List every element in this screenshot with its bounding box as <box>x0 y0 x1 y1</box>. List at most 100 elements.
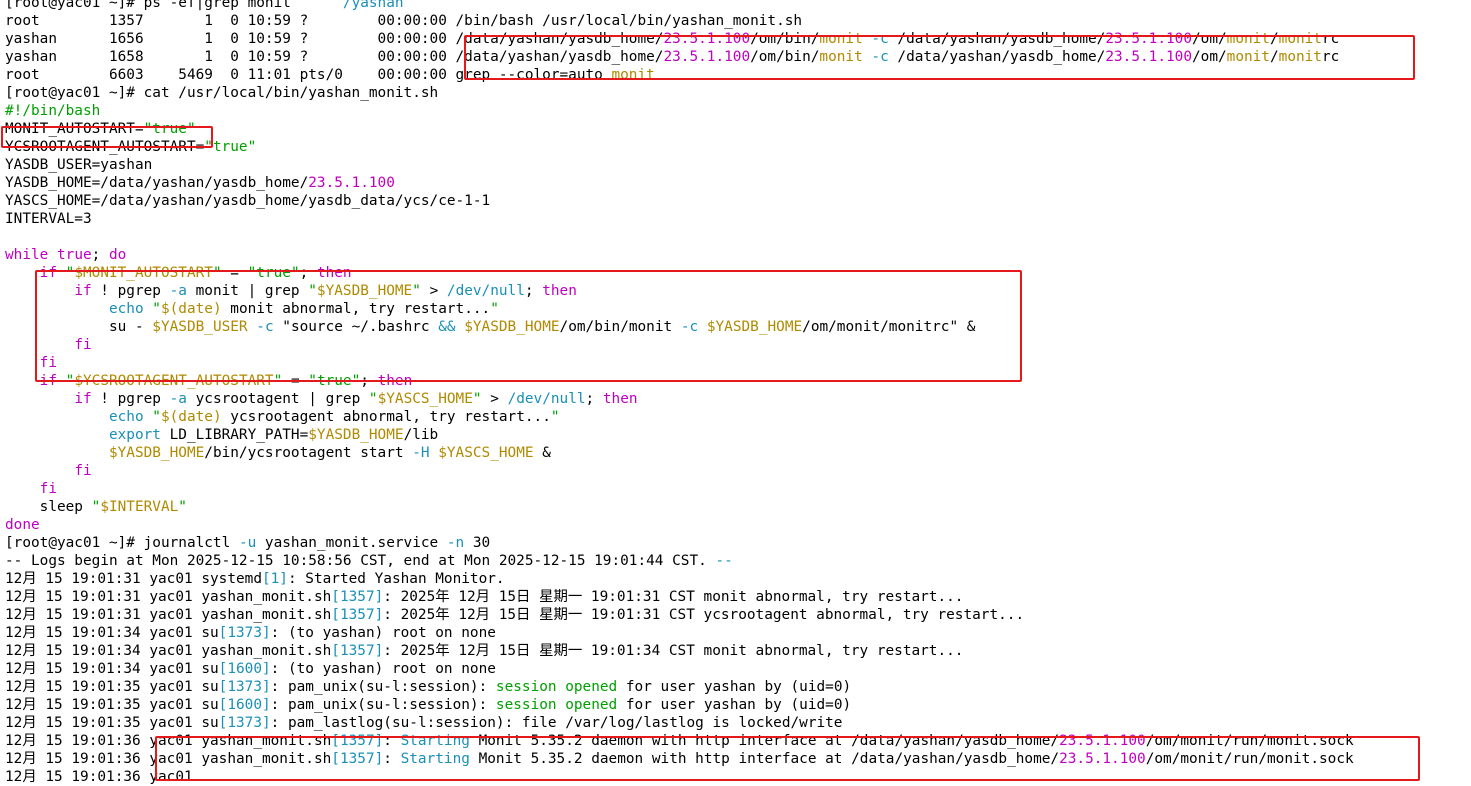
terminal-text: [root@yac01 ~]# ps -ef|grep monit <box>5 0 343 11</box>
terminal-text: "true" <box>308 373 361 389</box>
terminal-text: Monit 5.35.2 daemon with http interface … <box>469 733 1060 749</box>
terminal-line: if ! pgrep -a monit | grep "$YASDB_HOME"… <box>5 282 1471 300</box>
terminal-line: YCSROOTAGENT_AUTOSTART="true" <box>5 138 1471 156</box>
terminal-text: : (to yashan) root on none <box>270 625 496 641</box>
terminal-text: monit | grep <box>186 283 309 299</box>
terminal-text: /yashan <box>342 0 404 11</box>
terminal-text: $YASDB_HOME <box>706 319 803 335</box>
terminal-text: -- <box>715 553 733 569</box>
terminal-text: 23.5.1.100 <box>1105 31 1192 47</box>
terminal-line: 12月 15 19:01:31 yac01 yashan_monit.sh[13… <box>5 606 1471 624</box>
terminal-text: " <box>472 391 482 407</box>
terminal-text: yashan 1656 1 0 10:59 ? 00:00:00 /data/y… <box>5 31 664 47</box>
terminal-text: then <box>316 265 352 281</box>
terminal-text: export <box>108 427 161 443</box>
terminal-text: su - <box>5 319 153 335</box>
terminal-text: 12月 15 19:01:35 yac01 su <box>5 697 219 713</box>
terminal-text: MONIT_AUTOSTART= <box>5 121 144 137</box>
terminal-text: /om/monit/monitrc" & <box>802 319 976 335</box>
terminal-text: " <box>178 499 187 515</box>
terminal-text: monit <box>819 49 863 65</box>
terminal-text: -a <box>169 391 187 407</box>
terminal-line: root 1357 1 0 10:59 ? 00:00:00 /bin/bash… <box>5 12 1471 30</box>
terminal-line: [root@yac01 ~]# ps -ef|grep monit /yasha… <box>5 0 1471 12</box>
terminal-text: ; <box>585 391 603 407</box>
terminal-text: " <box>273 373 283 389</box>
terminal-text: Starting <box>400 751 470 767</box>
terminal-text: 23.5.1.100 <box>663 49 751 65</box>
terminal-text: -H <box>412 445 430 461</box>
terminal-text: 12月 15 19:01:35 yac01 su <box>5 679 219 695</box>
terminal-text: 12月 15 19:01:31 yac01 yashan_monit.sh <box>5 589 332 605</box>
terminal-line: yashan 1656 1 0 10:59 ? 00:00:00 /data/y… <box>5 30 1471 48</box>
terminal-text: : (to yashan) root on none <box>270 661 496 677</box>
terminal-text: $YASDB_HOME <box>316 283 413 299</box>
terminal-text: " <box>308 283 317 299</box>
terminal-line: 12月 15 19:01:35 yac01 su[1373]: pam_unix… <box>5 678 1471 696</box>
terminal-line: 12月 15 19:01:35 yac01 su[1373]: pam_last… <box>5 714 1471 732</box>
terminal-text: fi <box>39 481 57 497</box>
terminal-text: /lib <box>403 427 439 443</box>
terminal-text: 12月 15 19:01:36 yac01 yashan_monit.sh <box>5 751 332 767</box>
terminal-line: 12月 15 19:01:36 yac01 yashan_monit.sh[13… <box>5 732 1471 750</box>
terminal-line: -- Logs begin at Mon 2025-12-15 10:58:56… <box>5 552 1471 570</box>
terminal-text: /om/bin/ <box>750 31 820 47</box>
terminal-text: $INTERVAL <box>100 499 179 515</box>
terminal-text: -c <box>871 31 889 47</box>
terminal-text: " <box>490 301 499 317</box>
terminal-line: 12月 15 19:01:34 yac01 su[1373]: (to yash… <box>5 624 1471 642</box>
terminal-text: monit <box>1226 31 1270 47</box>
terminal-line: [root@yac01 ~]# journalctl -u yashan_mon… <box>5 534 1471 552</box>
terminal-text: -a <box>169 283 187 299</box>
terminal-text: 12月 15 19:01:36 yac01 <box>5 769 202 785</box>
terminal-text: -c <box>680 319 699 335</box>
terminal-line: [root@yac01 ~]# cat /usr/local/bin/yasha… <box>5 84 1471 102</box>
terminal-text: 30 <box>464 535 491 551</box>
terminal-text: & <box>533 445 551 461</box>
terminal-text: [1357] <box>331 607 384 623</box>
terminal-text: $YASDB_HOME <box>108 445 205 461</box>
terminal-text: 23.5.1.100 <box>663 31 751 47</box>
terminal-text: ycsrootagent abnormal, try restart... <box>221 409 551 425</box>
terminal-text: "source ~/.bashrc <box>282 319 439 335</box>
terminal-line: INTERVAL=3 <box>5 210 1471 228</box>
terminal-text: = <box>221 265 248 281</box>
terminal-text: $YASCS_HOME <box>438 445 534 461</box>
terminal-line: #!/bin/bash <box>5 102 1471 120</box>
terminal-output[interactable]: [root@yac01 ~]# ps -ef|grep monit /yasha… <box>5 0 1471 786</box>
terminal-text: monit <box>1278 49 1322 65</box>
terminal-line: if ! pgrep -a ycsrootagent | grep "$YASC… <box>5 390 1471 408</box>
terminal-text: rc <box>1321 49 1340 65</box>
terminal-text: ; <box>91 247 109 263</box>
terminal-text: ; <box>360 373 378 389</box>
terminal-text: 23.5.1.100 <box>308 175 395 191</box>
terminal-text: for user yashan by (uid=0) <box>617 697 852 713</box>
terminal-text: [1357] <box>331 751 384 767</box>
terminal-text: rc <box>1321 31 1340 47</box>
terminal-text: -- Logs begin at Mon 2025-12-15 10:58:56… <box>5 553 716 569</box>
terminal-text: > <box>481 391 508 407</box>
terminal-text: session opened <box>495 679 618 695</box>
terminal-text: /om/ <box>1192 49 1227 65</box>
terminal-text: YASCS_HOME=/data/yashan/yasdb_home/yasdb… <box>5 193 491 209</box>
terminal-line: 12月 15 19:01:35 yac01 su[1600]: pam_unix… <box>5 696 1471 714</box>
terminal-text: -c <box>256 319 274 335</box>
terminal-line: 12月 15 19:01:34 yac01 yashan_monit.sh[13… <box>5 642 1471 660</box>
terminal-line: 12月 15 19:01:31 yac01 systemd[1]: Starte… <box>5 570 1471 588</box>
terminal-text: / <box>1269 31 1279 47</box>
terminal-text: /dev/null <box>446 283 525 299</box>
terminal-text: fi <box>74 463 92 479</box>
terminal-text: $(date) <box>160 409 222 425</box>
terminal-line: YASCS_HOME=/data/yashan/yasdb_home/yasdb… <box>5 192 1471 210</box>
terminal-text: if <box>39 373 57 389</box>
terminal-text: echo <box>108 409 144 425</box>
terminal-line: export LD_LIBRARY_PATH=$YASDB_HOME/lib <box>5 426 1471 444</box>
terminal-text: [root@yac01 ~]# cat /usr/local/bin/yasha… <box>5 85 439 101</box>
terminal-line: $YASDB_HOME/bin/ycsrootagent start -H $Y… <box>5 444 1471 462</box>
terminal-line: 12月 15 19:01:36 yac01 <box>5 768 1471 786</box>
terminal-line: done <box>5 516 1471 534</box>
